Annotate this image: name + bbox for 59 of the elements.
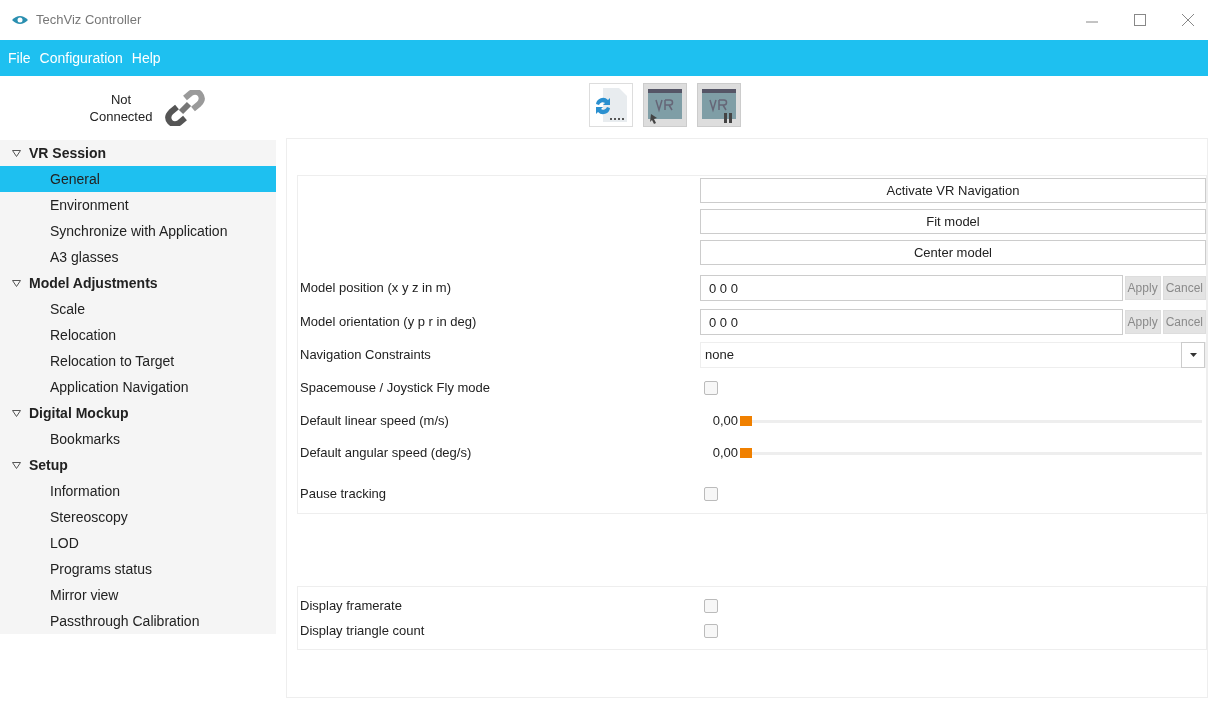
setting-label: Display triangle count [300,621,426,640]
sidebar-item[interactable]: LOD [0,530,276,556]
sidebar-item[interactable]: Stereoscopy [0,504,276,530]
sidebar-group[interactable]: VR Session [29,142,107,164]
action-button[interactable]: Center model [700,240,1206,265]
close-icon[interactable] [1182,14,1194,26]
setting-label: Model orientation (y p r in deg) [300,313,478,332]
setting-label: Model position (x y z in m) [300,279,452,298]
dropdown-value: none [705,346,734,365]
sidebar-item[interactable]: Application Navigation [0,374,276,400]
checkbox[interactable] [704,623,718,638]
slider-thumb[interactable] [740,448,752,458]
setting-label: Default linear speed (m/s) [300,412,450,431]
toolbar-button[interactable] [589,83,633,127]
expand-arrow-icon[interactable] [12,279,21,287]
checkbox[interactable] [704,487,718,501]
sidebar-group[interactable]: Digital Mockup [29,402,129,424]
slider-value: 0,00 [711,412,739,431]
vr-play-icon [647,86,683,124]
sidebar-item[interactable]: Synchronize with Application [0,218,276,244]
slider-track[interactable] [740,414,1202,428]
window-title: TechViz Controller [36,11,142,30]
setting-label: Navigation Constraints [300,346,432,365]
input-field[interactable]: 0 0 0 [700,275,1123,301]
input-field[interactable]: 0 0 0 [700,309,1123,335]
sidebar-group[interactable]: Setup [29,454,68,476]
setting-label: Display framerate [300,596,403,615]
slider-track[interactable] [740,446,1202,460]
eye-icon [12,15,28,25]
sidebar-item[interactable]: Mirror view [0,582,276,608]
setting-label: Spacemouse / Joystick Fly mode [300,379,492,398]
sidebar-group[interactable]: Model Adjustments [29,272,158,294]
setting-label: Pause tracking [300,485,387,504]
action-button[interactable]: Activate VR Navigation [700,178,1206,203]
dropdown[interactable]: none [700,342,1206,368]
chain-link-icon [165,90,205,126]
slider-value: 0,00 [711,444,739,463]
checkbox[interactable] [704,598,718,613]
connection-status: Not Connected [88,91,154,125]
sidebar-item[interactable]: General [0,166,276,192]
sidebar-item[interactable]: Passthrough Calibration [0,608,276,634]
vr-pause-icon [701,86,737,124]
sidebar-item[interactable]: Relocation [0,322,276,348]
sidebar-item[interactable]: A3 glasses [0,244,276,270]
sidebar-item[interactable]: Environment [0,192,276,218]
sidebar-item[interactable]: Programs status [0,556,276,582]
expand-arrow-icon[interactable] [12,149,21,157]
maximize-icon[interactable] [1134,14,1146,26]
sidebar-item[interactable]: Bookmarks [0,426,276,452]
checkbox[interactable] [704,381,718,395]
setting-label: Default angular speed (deg/s) [300,444,473,463]
expand-arrow-icon[interactable] [12,461,21,469]
sync-document-icon [593,86,629,124]
sidebar-item[interactable]: Relocation to Target [0,348,276,374]
slider-thumb[interactable] [740,416,752,426]
sidebar-item[interactable]: Scale [0,296,276,322]
action-button[interactable]: Fit model [700,209,1206,234]
expand-arrow-icon[interactable] [12,409,21,417]
sidebar-item[interactable]: Information [0,478,276,504]
